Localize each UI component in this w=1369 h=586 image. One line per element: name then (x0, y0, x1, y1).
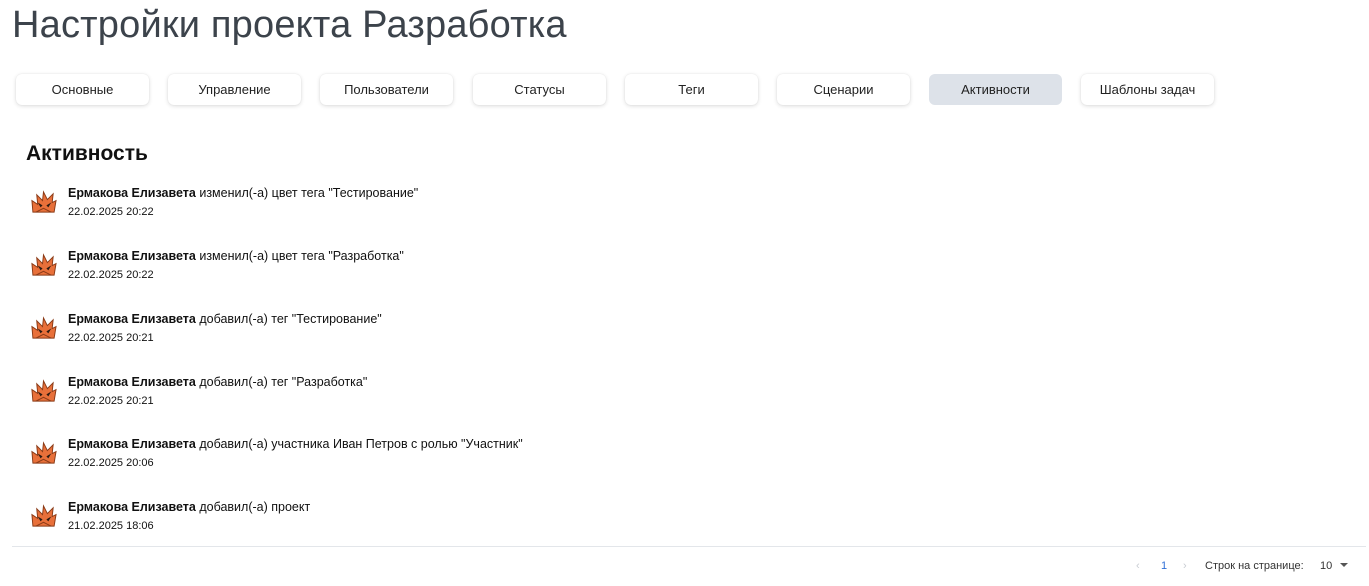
activity-action: изменил(-а) цвет тега "Тестирование" (195, 186, 419, 200)
rows-per-page-select[interactable]: 10 (1320, 560, 1332, 572)
activity-author: Ермакова Елизавета (68, 249, 196, 263)
tab-statuses[interactable]: Статусы (473, 74, 606, 105)
avatar (31, 190, 57, 213)
prev-page-icon[interactable]: ‹ (1136, 560, 1140, 572)
avatar (31, 504, 57, 527)
activity-text: Ермакова Елизавета добавил(-а) проект (68, 500, 310, 514)
activity-author: Ермакова Елизавета (68, 500, 196, 514)
activity-author: Ермакова Елизавета (68, 437, 196, 451)
activity-item: Ермакова Елизавета добавил(-а) проект 21… (30, 500, 930, 540)
divider (12, 546, 1366, 547)
activity-author: Ермакова Елизавета (68, 312, 196, 326)
activity-text: Ермакова Елизавета изменил(-а) цвет тега… (68, 249, 404, 263)
activity-item: Ермакова Елизавета добавил(-а) тег "Тест… (30, 312, 930, 352)
page-title: Настройки проекта Разработка (12, 4, 567, 46)
activity-action: добавил(-а) участника Иван Петров с роль… (195, 437, 523, 451)
activity-action: изменил(-а) цвет тега "Разработка" (195, 249, 404, 263)
tab-tags[interactable]: Теги (625, 74, 758, 105)
tab-task-templates[interactable]: Шаблоны задач (1081, 74, 1214, 105)
chevron-down-icon[interactable] (1340, 562, 1348, 568)
activity-author: Ермакова Елизавета (68, 186, 196, 200)
activity-item: Ермакова Елизавета добавил(-а) участника… (30, 437, 930, 477)
activity-timestamp: 22.02.2025 20:06 (68, 457, 154, 469)
activity-timestamp: 22.02.2025 20:22 (68, 269, 154, 281)
tab-scenarios[interactable]: Сценарии (777, 74, 910, 105)
rows-per-page-label: Строк на странице: (1205, 560, 1304, 572)
activity-item: Ермакова Елизавета добавил(-а) тег "Разр… (30, 375, 930, 415)
tab-activities[interactable]: Активности (929, 74, 1062, 105)
activity-author: Ермакова Елизавета (68, 375, 196, 389)
tab-basic[interactable]: Основные (16, 74, 149, 105)
activity-item: Ермакова Елизавета изменил(-а) цвет тега… (30, 249, 930, 289)
activity-action: добавил(-а) проект (195, 500, 311, 514)
activity-text: Ермакова Елизавета изменил(-а) цвет тега… (68, 186, 418, 200)
activity-timestamp: 21.02.2025 18:06 (68, 520, 154, 532)
activity-text: Ермакова Елизавета добавил(-а) тег "Разр… (68, 375, 367, 389)
section-title: Активность (26, 142, 148, 165)
activity-action: добавил(-а) тег "Тестирование" (195, 312, 382, 326)
next-page-icon[interactable]: › (1183, 560, 1187, 572)
avatar (31, 316, 57, 339)
avatar (31, 441, 57, 464)
avatar (31, 379, 57, 402)
activity-text: Ермакова Елизавета добавил(-а) тег "Тест… (68, 312, 382, 326)
activity-action: добавил(-а) тег "Разработка" (195, 375, 368, 389)
activity-timestamp: 22.02.2025 20:22 (68, 206, 154, 218)
activity-text: Ермакова Елизавета добавил(-а) участника… (68, 437, 523, 451)
page-number-button[interactable]: 1 (1161, 560, 1167, 572)
activity-timestamp: 22.02.2025 20:21 (68, 395, 154, 407)
activity-timestamp: 22.02.2025 20:21 (68, 332, 154, 344)
activity-item: Ермакова Елизавета изменил(-а) цвет тега… (30, 186, 930, 226)
tab-users[interactable]: Пользователи (320, 74, 453, 105)
tab-management[interactable]: Управление (168, 74, 301, 105)
avatar (31, 253, 57, 276)
